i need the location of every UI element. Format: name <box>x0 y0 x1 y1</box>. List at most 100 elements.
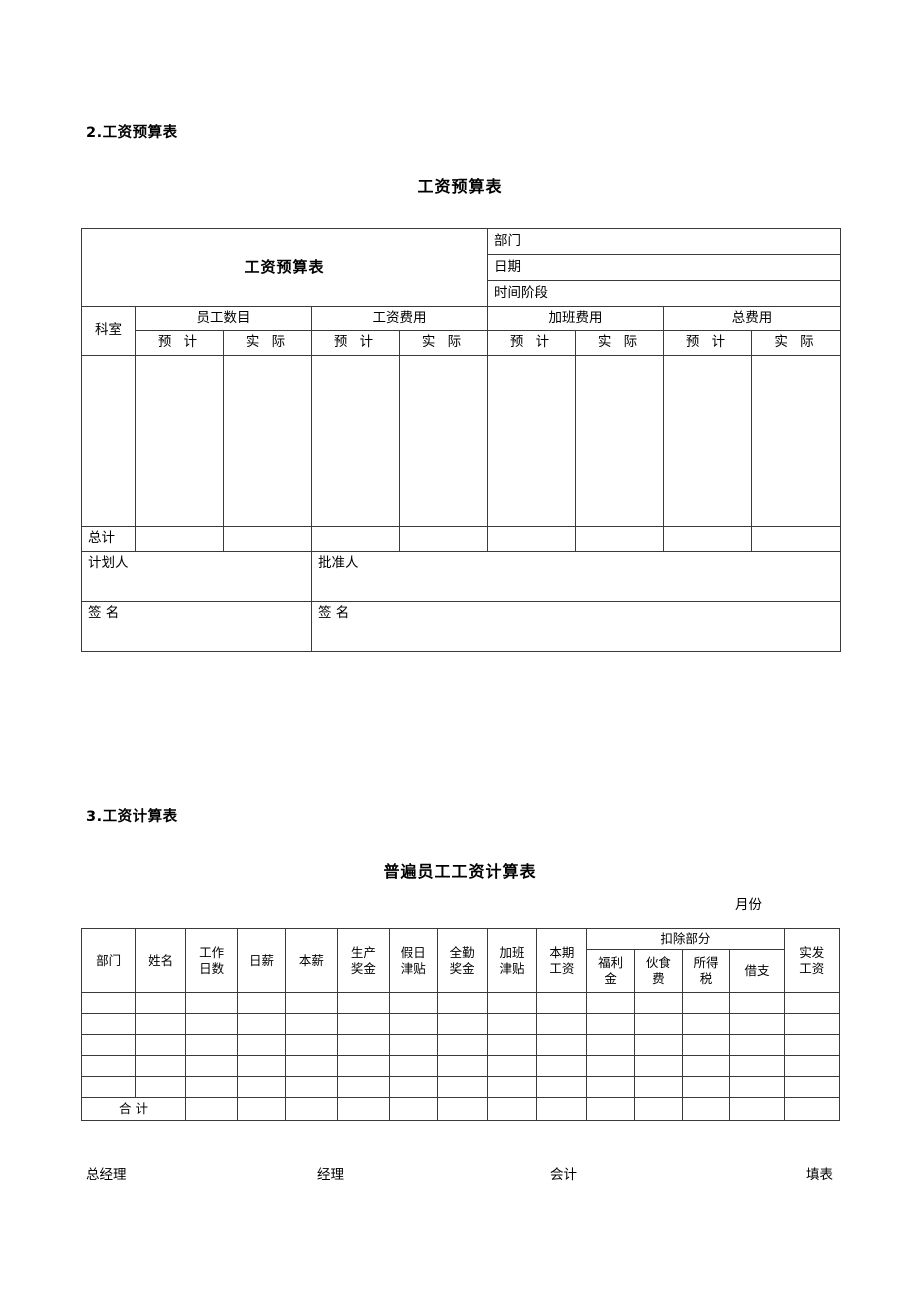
payroll-total-cell[interactable] <box>783 1097 841 1121</box>
payroll-cell[interactable] <box>80 1013 137 1035</box>
budget-signature-left[interactable]: 签 名 <box>81 601 312 652</box>
budget-total-cell-1[interactable] <box>135 526 224 552</box>
payroll-cell[interactable] <box>536 1076 588 1098</box>
payroll-cell[interactable] <box>388 1013 438 1035</box>
payroll-total-cell[interactable] <box>586 1097 635 1121</box>
payroll-cell[interactable] <box>336 992 390 1014</box>
budget-body-cell-3[interactable] <box>311 355 400 527</box>
payroll-cell[interactable] <box>586 1034 635 1056</box>
payroll-total-cell[interactable] <box>388 1097 438 1121</box>
budget-body-cell-1[interactable] <box>135 355 224 527</box>
payroll-cell[interactable] <box>783 992 841 1014</box>
payroll-cell[interactable] <box>237 1034 286 1056</box>
payroll-cell[interactable] <box>633 1076 683 1098</box>
payroll-cell[interactable] <box>135 1055 187 1077</box>
payroll-cell[interactable] <box>336 1034 390 1056</box>
payroll-cell[interactable] <box>237 992 286 1014</box>
payroll-cell[interactable] <box>783 1013 841 1035</box>
payroll-cell[interactable] <box>486 1055 538 1077</box>
budget-body-cell-8[interactable] <box>751 355 841 527</box>
payroll-cell[interactable] <box>135 1013 187 1035</box>
payroll-total-cell[interactable] <box>284 1097 338 1121</box>
budget-body-cell-dept[interactable] <box>81 355 136 527</box>
payroll-cell[interactable] <box>536 1013 588 1035</box>
budget-total-cell-5[interactable] <box>487 526 576 552</box>
payroll-cell[interactable] <box>185 992 239 1014</box>
payroll-cell[interactable] <box>783 1055 841 1077</box>
payroll-cell[interactable] <box>729 1055 785 1077</box>
payroll-cell[interactable] <box>436 1055 488 1077</box>
budget-signature-right[interactable]: 签 名 <box>311 601 841 652</box>
payroll-cell[interactable] <box>237 1055 286 1077</box>
payroll-cell[interactable] <box>135 992 187 1014</box>
payroll-total-cell[interactable] <box>185 1097 239 1121</box>
payroll-cell[interactable] <box>388 1076 438 1098</box>
budget-total-cell-3[interactable] <box>311 526 400 552</box>
payroll-cell[interactable] <box>80 992 137 1014</box>
payroll-total-cell[interactable] <box>336 1097 390 1121</box>
payroll-cell[interactable] <box>586 1076 635 1098</box>
payroll-cell[interactable] <box>336 1055 390 1077</box>
budget-total-cell-7[interactable] <box>663 526 752 552</box>
payroll-cell[interactable] <box>185 1034 239 1056</box>
payroll-cell[interactable] <box>681 1076 731 1098</box>
payroll-total-cell[interactable] <box>486 1097 538 1121</box>
payroll-cell[interactable] <box>633 1034 683 1056</box>
payroll-cell[interactable] <box>536 1055 588 1077</box>
budget-total-cell-6[interactable] <box>575 526 664 552</box>
payroll-cell[interactable] <box>237 1076 286 1098</box>
payroll-cell[interactable] <box>633 1055 683 1077</box>
payroll-cell[interactable] <box>436 992 488 1014</box>
budget-body-cell-6[interactable] <box>575 355 664 527</box>
payroll-cell[interactable] <box>536 1034 588 1056</box>
payroll-cell[interactable] <box>185 1055 239 1077</box>
payroll-total-cell[interactable] <box>633 1097 683 1121</box>
payroll-cell[interactable] <box>436 1034 488 1056</box>
payroll-cell[interactable] <box>80 1055 137 1077</box>
payroll-total-cell[interactable] <box>436 1097 488 1121</box>
payroll-cell[interactable] <box>681 1013 731 1035</box>
payroll-cell[interactable] <box>633 1013 683 1035</box>
payroll-cell[interactable] <box>486 1076 538 1098</box>
payroll-cell[interactable] <box>783 1076 841 1098</box>
payroll-cell[interactable] <box>681 992 731 1014</box>
payroll-cell[interactable] <box>633 992 683 1014</box>
payroll-cell[interactable] <box>436 1076 488 1098</box>
payroll-cell[interactable] <box>586 1013 635 1035</box>
payroll-cell[interactable] <box>388 992 438 1014</box>
budget-body-cell-7[interactable] <box>663 355 752 527</box>
payroll-cell[interactable] <box>729 1013 785 1035</box>
budget-body-cell-2[interactable] <box>223 355 312 527</box>
payroll-cell[interactable] <box>336 1076 390 1098</box>
budget-body-cell-5[interactable] <box>487 355 576 527</box>
payroll-cell[interactable] <box>135 1076 187 1098</box>
payroll-cell[interactable] <box>586 1055 635 1077</box>
budget-planner-label[interactable]: 计划人 <box>81 551 312 602</box>
payroll-cell[interactable] <box>284 1055 338 1077</box>
budget-info-department[interactable]: 部门 <box>487 228 841 255</box>
payroll-cell[interactable] <box>185 1013 239 1035</box>
payroll-total-cell[interactable] <box>237 1097 286 1121</box>
payroll-cell[interactable] <box>729 992 785 1014</box>
payroll-cell[interactable] <box>783 1034 841 1056</box>
payroll-cell[interactable] <box>536 992 588 1014</box>
payroll-cell[interactable] <box>681 1055 731 1077</box>
payroll-cell[interactable] <box>284 992 338 1014</box>
budget-info-period[interactable]: 时间阶段 <box>487 280 841 307</box>
payroll-cell[interactable] <box>336 1013 390 1035</box>
payroll-cell[interactable] <box>80 1034 137 1056</box>
payroll-total-cell[interactable] <box>729 1097 785 1121</box>
payroll-cell[interactable] <box>486 1034 538 1056</box>
payroll-cell[interactable] <box>586 992 635 1014</box>
budget-approver-label[interactable]: 批准人 <box>311 551 841 602</box>
payroll-cell[interactable] <box>388 1055 438 1077</box>
payroll-cell[interactable] <box>388 1034 438 1056</box>
payroll-cell[interactable] <box>729 1076 785 1098</box>
payroll-cell[interactable] <box>284 1034 338 1056</box>
payroll-cell[interactable] <box>681 1034 731 1056</box>
payroll-cell[interactable] <box>729 1034 785 1056</box>
payroll-cell[interactable] <box>436 1013 488 1035</box>
payroll-cell[interactable] <box>284 1076 338 1098</box>
payroll-cell[interactable] <box>80 1076 137 1098</box>
budget-total-cell-8[interactable] <box>751 526 841 552</box>
